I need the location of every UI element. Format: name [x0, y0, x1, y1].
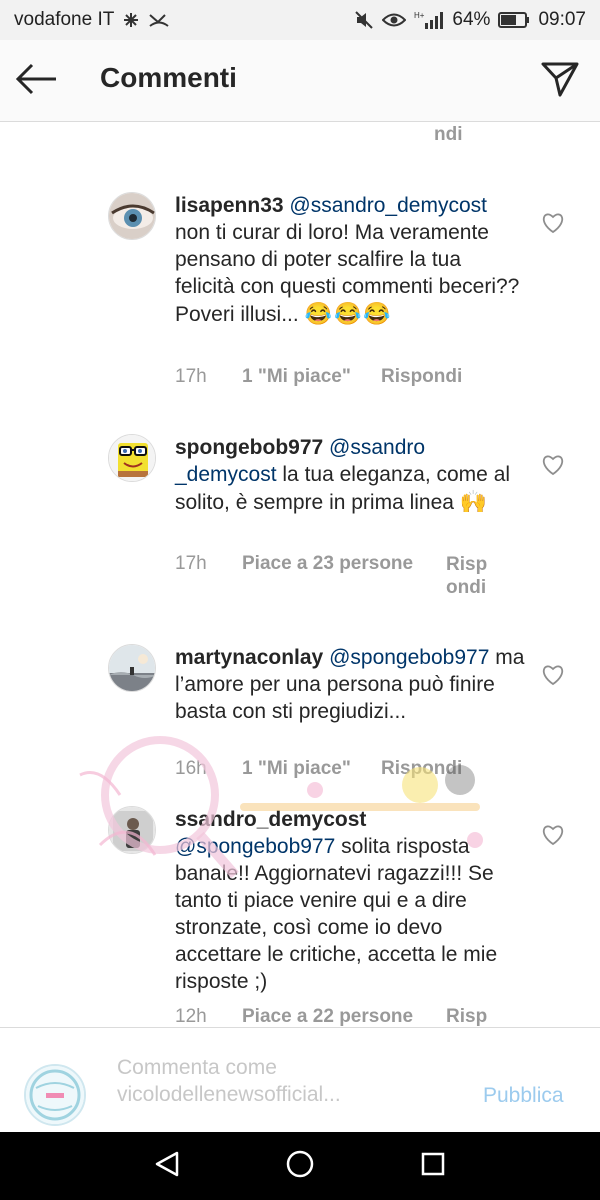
- missed-call-icon: [148, 11, 170, 29]
- clock: 09:07: [538, 9, 586, 30]
- asterisk-icon: [122, 11, 140, 29]
- triangle-back-icon: [153, 1150, 181, 1183]
- back-button[interactable]: [14, 60, 64, 102]
- comment-username[interactable]: lisapenn33: [175, 194, 284, 217]
- circle-home-icon: [285, 1149, 315, 1184]
- comment-list[interactable]: ndi lisapenn33 @ssandro_demycost non ti …: [0, 122, 600, 1027]
- comment-time: 17h: [175, 553, 207, 574]
- reply-button[interactable]: Rispondi: [381, 758, 462, 780]
- heart-icon: [541, 825, 565, 850]
- comment-time: 17h: [175, 366, 207, 387]
- reply-label-part: Risp: [446, 554, 488, 575]
- comment-meta: 17h 1 "Mi piace" Rispondi: [175, 366, 555, 392]
- comment-likes[interactable]: Piace a 23 persone: [242, 553, 413, 575]
- own-avatar: [24, 1064, 86, 1126]
- nav-recents-button[interactable]: [417, 1150, 449, 1182]
- system-nav-bar: [0, 1132, 600, 1200]
- arrow-left-icon: [14, 63, 58, 100]
- reply-label-part: ondi: [446, 577, 487, 598]
- comment-input-placeholder: Commenta come: [117, 1056, 277, 1079]
- comment-username[interactable]: ssandro_demycost: [175, 808, 366, 831]
- comment-composer: Commenta come vicolodellenewsofficial...…: [0, 1027, 600, 1132]
- comment-emoji: 🙌: [459, 489, 490, 514]
- like-button[interactable]: [541, 454, 565, 476]
- comment-input-placeholder-account: vicolodellenewsofficial...: [117, 1083, 341, 1106]
- comment-body: martynaconlay @spongebob977 ma l’amore p…: [175, 644, 525, 725]
- heart-icon: [541, 455, 565, 480]
- direct-send-button[interactable]: [536, 57, 584, 105]
- post-button[interactable]: Pubblica: [483, 1084, 564, 1108]
- battery-percent: 64%: [452, 9, 491, 30]
- avatar[interactable]: [108, 434, 156, 482]
- comment-likes[interactable]: 1 "Mi piace": [242, 758, 351, 780]
- comment-meta: 17h Piace a 23 persone Risp ondi: [175, 553, 555, 603]
- comment-mention[interactable]: @spongebob977: [329, 646, 489, 669]
- avatar[interactable]: [108, 192, 156, 240]
- comment-mention[interactable]: @ssandro_demycost: [289, 194, 487, 217]
- comment-likes[interactable]: Piace a 22 persone: [242, 1006, 413, 1027]
- reply-link-fragment[interactable]: ndi: [434, 124, 463, 146]
- comment-input[interactable]: Commenta come vicolodellenewsofficial...: [117, 1054, 457, 1110]
- reply-button[interactable]: Rispondi: [381, 366, 462, 388]
- carrier-label: vodafone IT: [14, 9, 115, 30]
- comment-mention[interactable]: @spongebob977: [175, 835, 335, 858]
- nav-home-button[interactable]: [284, 1150, 316, 1182]
- like-button[interactable]: [541, 664, 565, 686]
- comment-likes[interactable]: 1 "Mi piace": [242, 366, 351, 388]
- app-header: Commenti: [0, 40, 600, 122]
- reply-button[interactable]: Risp: [446, 1006, 487, 1027]
- comment-meta: 12h Piace a 22 persone Risp: [175, 1006, 555, 1027]
- comment-body: spongebob977 @ssandro _demycost la tua e…: [175, 434, 525, 516]
- status-bar: vodafone IT H+ 64% 09:07: [0, 0, 600, 40]
- battery-icon: [498, 11, 530, 29]
- mute-icon: [354, 10, 374, 30]
- comment-mention[interactable]: @ssandro: [329, 436, 425, 459]
- comment-time: 12h: [175, 1006, 207, 1027]
- comment-text: solita risposta banale!! Aggiornatevi ra…: [175, 835, 498, 993]
- comment-mention-continued[interactable]: _demycost: [175, 463, 277, 486]
- comment-emoji: 😂😂😂: [304, 301, 393, 326]
- comment-meta: 16h 1 "Mi piace" Rispondi: [175, 758, 555, 784]
- signal-icon: H+: [414, 10, 444, 30]
- like-button[interactable]: [541, 824, 565, 846]
- comment-time: 16h: [175, 758, 207, 779]
- reply-button[interactable]: Risp ondi: [446, 553, 494, 599]
- nav-back-button[interactable]: [151, 1150, 183, 1182]
- square-recents-icon: [419, 1150, 447, 1183]
- eye-icon: [382, 12, 407, 28]
- paper-plane-icon: [540, 59, 580, 104]
- avatar[interactable]: [108, 644, 156, 692]
- heart-icon: [541, 213, 565, 238]
- comment-body: ssandro_demycost @spongebob977 solita ri…: [175, 806, 525, 995]
- avatar[interactable]: [108, 806, 156, 854]
- comment-body: lisapenn33 @ssandro_demycost non ti cura…: [175, 192, 525, 328]
- like-button[interactable]: [541, 212, 565, 234]
- page-title: Commenti: [100, 62, 237, 93]
- comment-username[interactable]: spongebob977: [175, 436, 323, 459]
- svg-text:H+: H+: [414, 11, 425, 20]
- comment-username[interactable]: martynaconlay: [175, 646, 323, 669]
- heart-icon: [541, 665, 565, 690]
